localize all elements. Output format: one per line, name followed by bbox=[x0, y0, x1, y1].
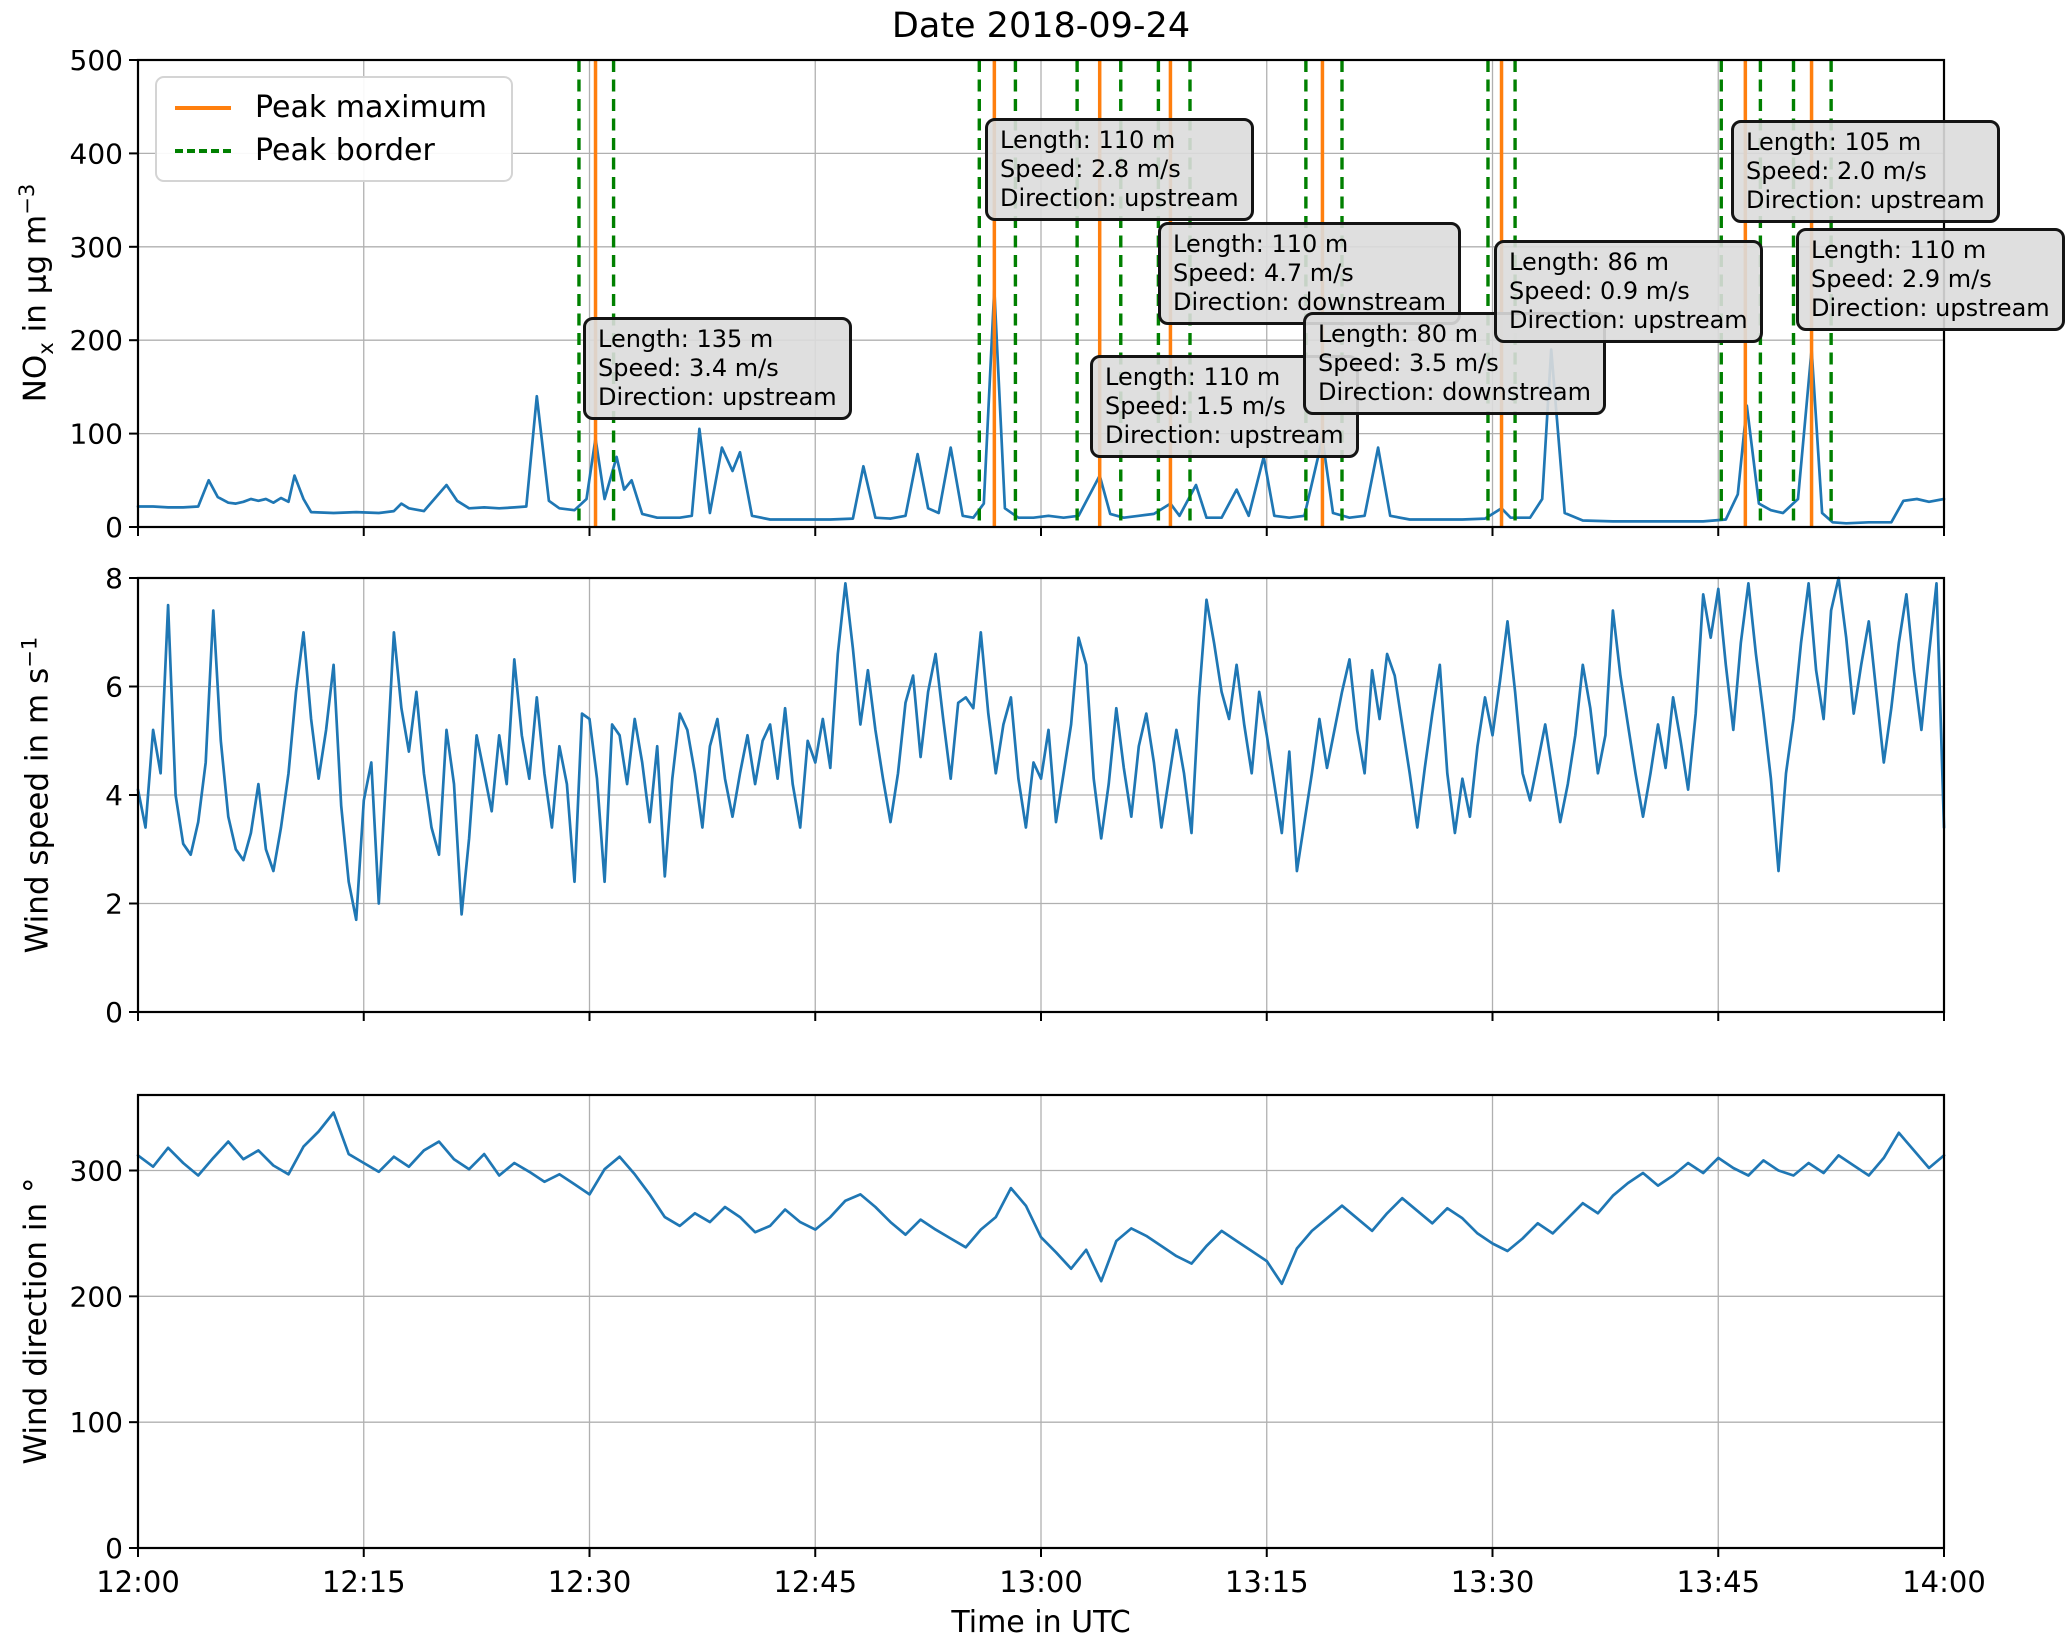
y-tick-label: 300 bbox=[70, 231, 123, 264]
y-tick-label: 0 bbox=[105, 511, 123, 544]
annotation-line: Length: 110 m bbox=[1811, 236, 2050, 265]
annotation-line: Direction: downstream bbox=[1318, 378, 1591, 407]
annotation-line: Direction: upstream bbox=[1746, 186, 1985, 215]
peak-annotation: Length: 105 mSpeed: 2.0 m/sDirection: up… bbox=[1731, 120, 2000, 223]
x-tick-label: 12:45 bbox=[773, 1565, 857, 1599]
peak-annotation: Length: 110 mSpeed: 2.9 m/sDirection: up… bbox=[1796, 228, 2065, 331]
annotation-line: Speed: 2.9 m/s bbox=[1811, 265, 2050, 294]
annotation-line: Direction: upstream bbox=[1509, 306, 1748, 335]
y-tick-label: 8 bbox=[105, 562, 123, 595]
y-tick-label: 400 bbox=[70, 137, 123, 170]
legend: Peak maximum Peak border bbox=[155, 76, 513, 182]
y-tick-label: 100 bbox=[70, 1406, 123, 1439]
legend-label: Peak border bbox=[255, 133, 435, 168]
annotation-line: Direction: upstream bbox=[598, 383, 837, 412]
y-tick-label: 300 bbox=[70, 1155, 123, 1188]
annotation-line: Speed: 0.9 m/s bbox=[1509, 277, 1748, 306]
peak-annotation: Length: 135 mSpeed: 3.4 m/sDirection: up… bbox=[583, 317, 852, 420]
x-tick-label: 12:00 bbox=[96, 1565, 180, 1599]
x-tick-label: 13:00 bbox=[999, 1565, 1083, 1599]
annotation-line: Speed: 3.4 m/s bbox=[598, 354, 837, 383]
peak-annotation: Length: 86 mSpeed: 0.9 m/sDirection: ups… bbox=[1494, 240, 1763, 343]
y-tick-label: 6 bbox=[105, 671, 123, 704]
legend-entry-peak-border: Peak border bbox=[175, 129, 487, 172]
annotation-line: Speed: 2.8 m/s bbox=[1000, 155, 1239, 184]
annotation-line: Length: 105 m bbox=[1746, 128, 1985, 157]
x-tick-label: 13:45 bbox=[1676, 1565, 1760, 1599]
y-tick-label: 4 bbox=[105, 779, 123, 812]
annotation-line: Length: 110 m bbox=[1000, 126, 1239, 155]
x-tick-label: 12:30 bbox=[548, 1565, 632, 1599]
x-axis-label: Time in UTC bbox=[138, 1605, 1944, 1640]
y-tick-label: 0 bbox=[105, 996, 123, 1029]
annotation-line: Length: 110 m bbox=[1173, 230, 1446, 259]
x-tick-label: 13:15 bbox=[1225, 1565, 1309, 1599]
annotation-line: Speed: 4.7 m/s bbox=[1173, 259, 1446, 288]
annotation-line: Length: 135 m bbox=[598, 325, 837, 354]
y-tick-label: 500 bbox=[70, 44, 123, 77]
y-tick-label: 200 bbox=[70, 324, 123, 357]
y-axis-label-nox: NOx in µg m−3 bbox=[14, 184, 58, 403]
annotation-line: Direction: upstream bbox=[1105, 421, 1344, 450]
legend-label: Peak maximum bbox=[255, 90, 487, 125]
x-tick-label: 12:15 bbox=[322, 1565, 406, 1599]
x-tick-label: 14:00 bbox=[1902, 1565, 1986, 1599]
peak-border-line-sample-icon bbox=[175, 149, 231, 153]
peak-annotation: Length: 110 mSpeed: 4.7 m/sDirection: do… bbox=[1158, 222, 1461, 325]
peak-maximum-line-sample-icon bbox=[175, 106, 231, 110]
panel-wind_direction: 0 100 200 300 12:00 12:15 12:30 12:45 13:00 13:15… bbox=[70, 1095, 1986, 1599]
y-axis-label-wind-direction: Wind direction in ° bbox=[18, 1177, 54, 1464]
annotation-line: Length: 86 m bbox=[1509, 248, 1748, 277]
y-axis-label-wind-speed: Wind speed in m s−1 bbox=[16, 637, 55, 954]
annotation-line: Speed: 3.5 m/s bbox=[1318, 349, 1591, 378]
y-tick-label: 200 bbox=[70, 1280, 123, 1313]
y-tick-label: 2 bbox=[105, 888, 123, 921]
y-tick-label: 0 bbox=[105, 1532, 123, 1565]
figure: Date 2018-09-24 010020030040050002468010… bbox=[0, 0, 2067, 1652]
peak-annotation: Length: 110 mSpeed: 2.8 m/sDirection: up… bbox=[985, 118, 1254, 221]
x-tick-label: 13:30 bbox=[1451, 1565, 1535, 1599]
annotation-line: Speed: 2.0 m/s bbox=[1746, 157, 1985, 186]
legend-entry-peak-maximum: Peak maximum bbox=[175, 86, 487, 129]
y-tick-label: 100 bbox=[70, 418, 123, 451]
annotation-line: Direction: upstream bbox=[1811, 294, 2050, 323]
annotation-line: Direction: upstream bbox=[1000, 184, 1239, 213]
panel-wind_speed: 0 2 4 6 8 bbox=[105, 562, 1944, 1029]
